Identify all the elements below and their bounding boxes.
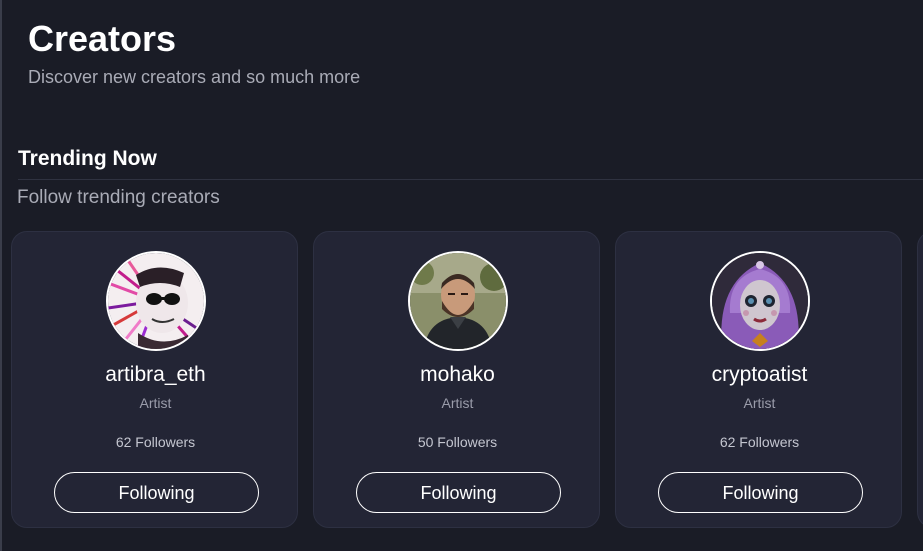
creator-card[interactable]: cryptoatist Artist 62 Followers Followin… bbox=[615, 231, 902, 528]
creator-name[interactable]: artibra_eth bbox=[12, 362, 299, 388]
creator-card-partial[interactable] bbox=[917, 231, 923, 528]
creator-name[interactable]: cryptoatist bbox=[616, 362, 903, 388]
creator-card[interactable]: artibra_eth Artist 62 Followers Followin… bbox=[11, 231, 298, 528]
creator-followers: 62 Followers bbox=[115, 434, 196, 450]
following-button[interactable]: Following bbox=[54, 472, 259, 513]
page-title: Creators bbox=[28, 18, 177, 59]
creator-name[interactable]: mohako bbox=[314, 362, 601, 388]
abstract-portrait-avatar[interactable] bbox=[106, 251, 206, 351]
section-divider bbox=[18, 179, 923, 180]
creator-role: Artist bbox=[139, 395, 172, 411]
creators-page: Creators Discover new creators and so mu… bbox=[0, 0, 923, 551]
section-title: Trending Now bbox=[18, 147, 157, 170]
creator-cards: artibra_eth Artist 62 Followers Followin… bbox=[11, 231, 923, 529]
creator-card[interactable]: mohako Artist 50 Followers Following bbox=[313, 231, 600, 528]
purple-doll-avatar[interactable] bbox=[710, 251, 810, 351]
creator-role: Artist bbox=[441, 395, 474, 411]
bearded-man-avatar[interactable] bbox=[408, 251, 508, 351]
page-subtitle: Discover new creators and so much more bbox=[28, 67, 361, 87]
following-button[interactable]: Following bbox=[356, 472, 561, 513]
section-subtitle: Follow trending creators bbox=[17, 187, 220, 208]
following-button[interactable]: Following bbox=[658, 472, 863, 513]
creator-followers: 50 Followers bbox=[417, 434, 498, 450]
creator-role: Artist bbox=[743, 395, 776, 411]
creator-followers: 62 Followers bbox=[719, 434, 800, 450]
